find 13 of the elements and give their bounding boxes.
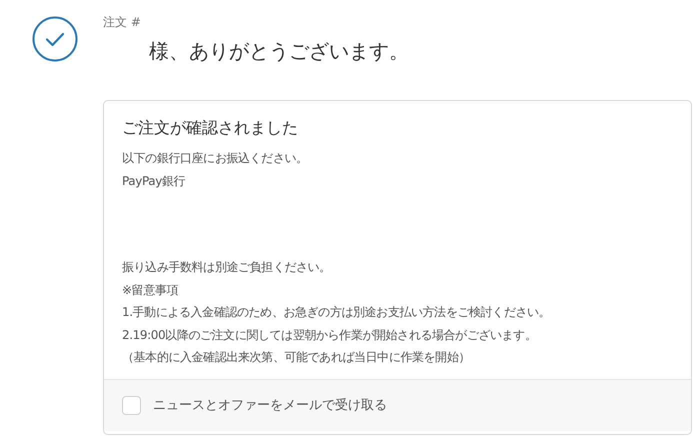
body-text: ※留意事項 — [122, 282, 180, 298]
checkmark-icon — [32, 16, 78, 62]
body-text: PayPay銀行 — [122, 172, 186, 190]
checkbox[interactable] — [122, 396, 141, 414]
body-text: 以下の銀行口座にお振込ください。 — [122, 150, 309, 167]
body-text: 1.手動による入金確認のため、お急ぎの方は別途お支払い方法をご検討ください。 — [122, 304, 552, 321]
body-text: 振り込み手数料は別途ご負担ください。 — [122, 259, 332, 276]
newsletter-label[interactable]: ニュースとオファーをメールで受け取る — [153, 396, 387, 414]
thank-you-heading: 様、ありがとうございます。 — [149, 38, 409, 65]
body-text: 2.19:00以降のご注文に関しては翌朝から作業が開始される場合がございます。 — [122, 326, 538, 344]
body-text: （基本的に入金確認出来次第、可能であれば当日中に作業を開始） — [122, 349, 472, 366]
card-heading: ご注文が確認されました — [122, 118, 299, 139]
order-number-label: 注文 # — [103, 14, 142, 31]
